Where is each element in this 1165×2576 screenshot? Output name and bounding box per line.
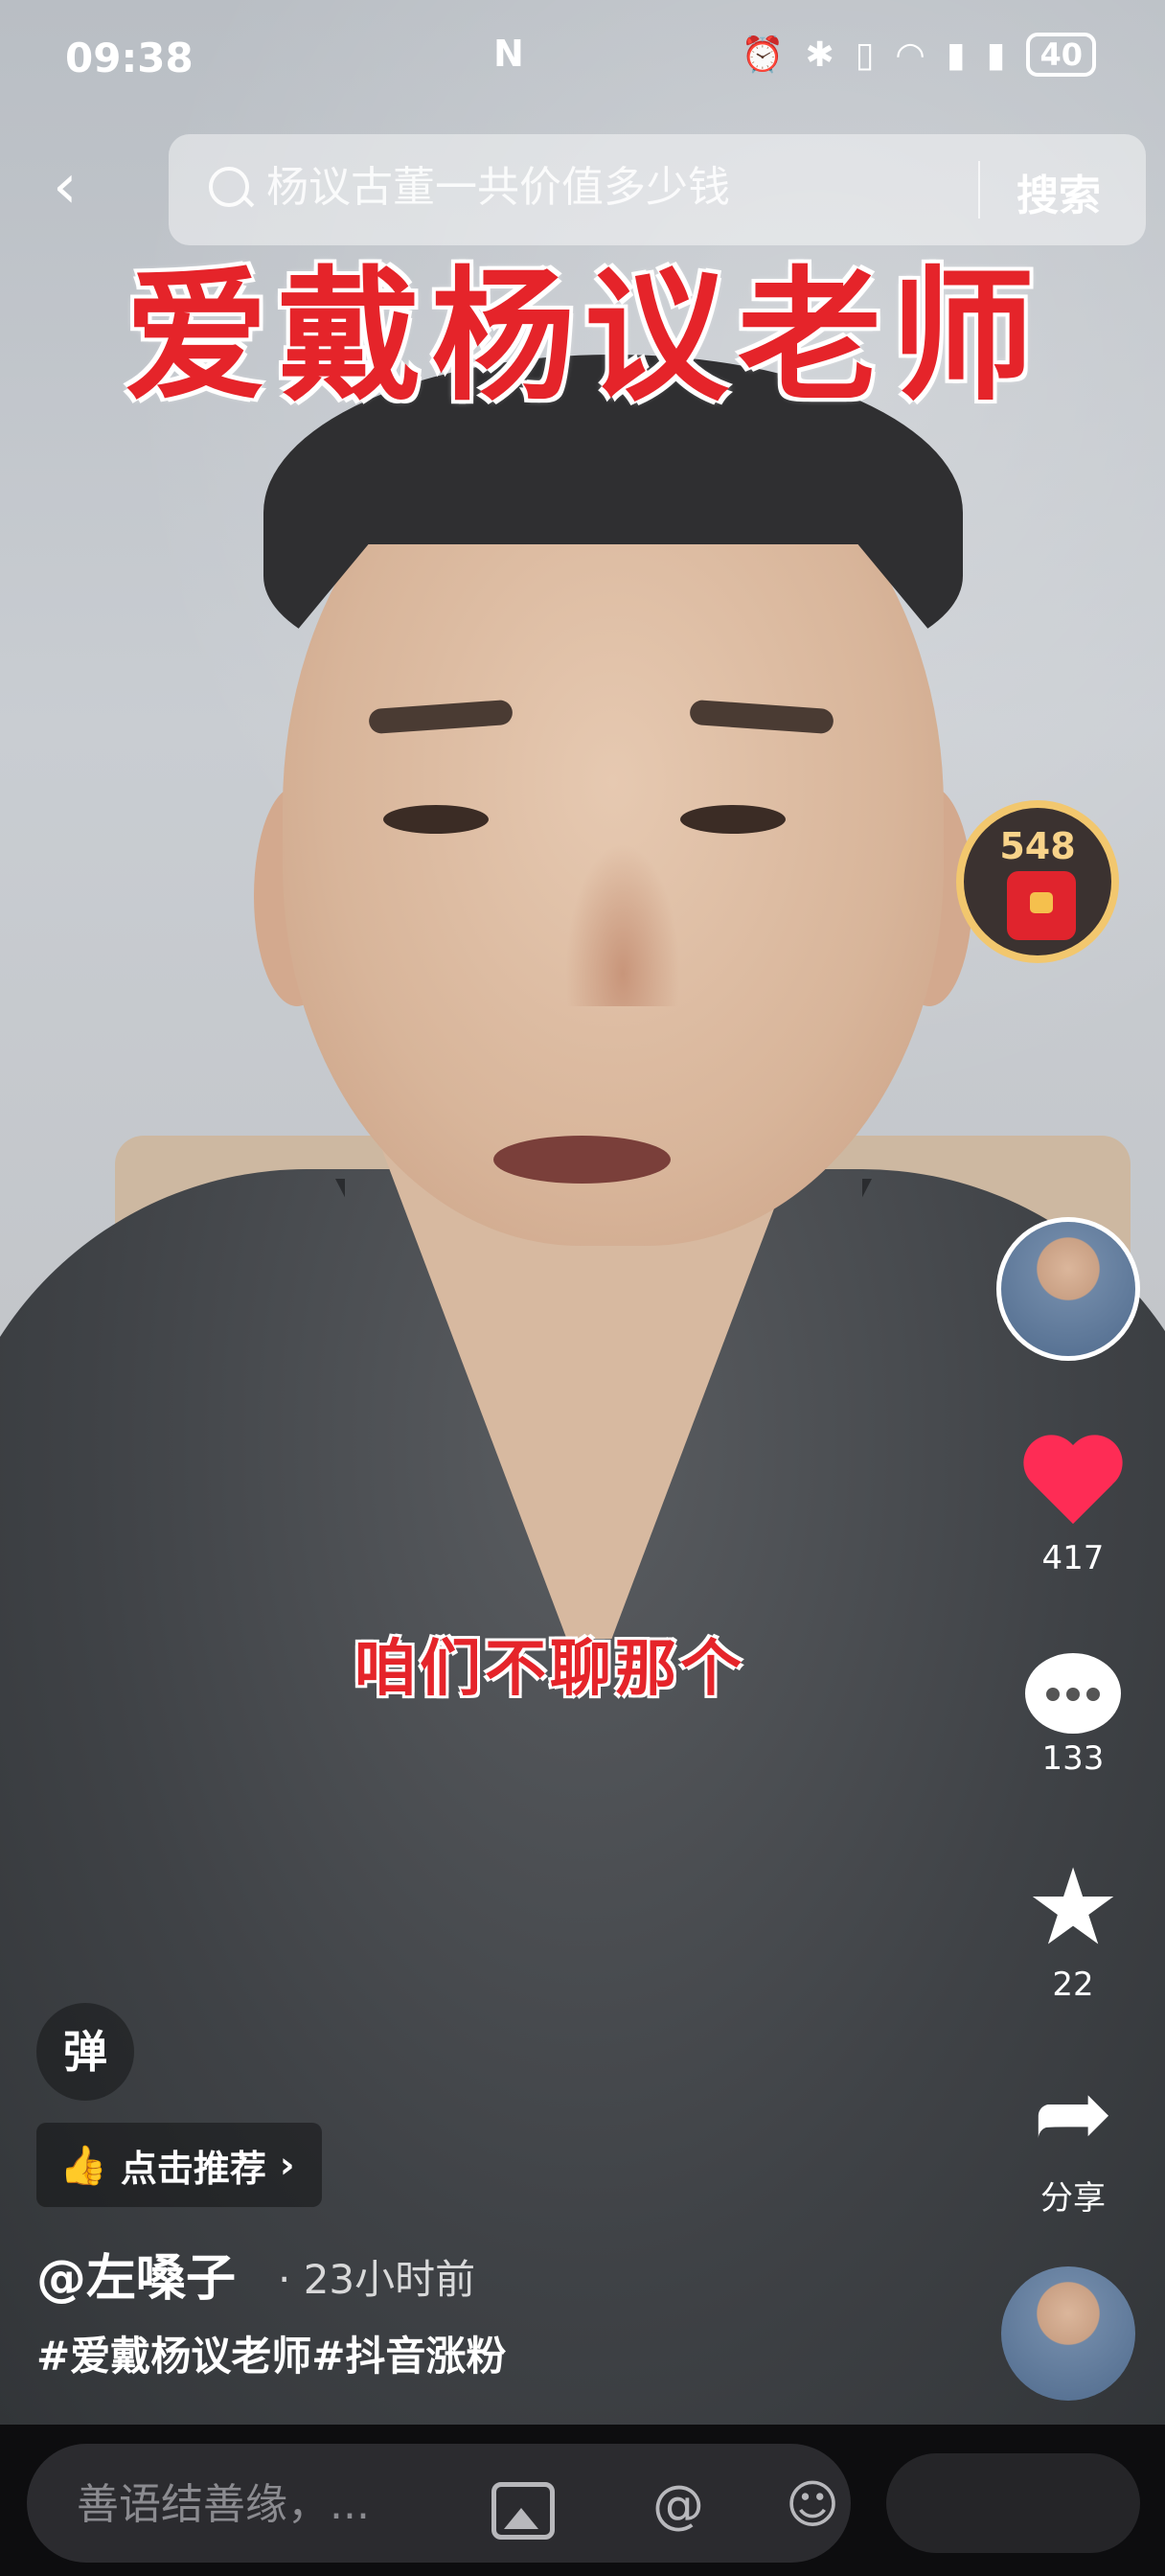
video-caption: 咱们不聊那个 [354, 1634, 745, 1705]
bottom-comment-bar: @ ☺ [0, 2425, 1165, 2576]
signal-icon: ▮ [946, 34, 966, 75]
like-button[interactable]: 417 [1001, 1438, 1145, 1577]
image-icon[interactable] [491, 2482, 555, 2540]
signal-icon: ▮ [986, 34, 1006, 75]
video-person-eye [680, 805, 786, 834]
author-name[interactable]: @左嗓子 [36, 2238, 236, 2310]
search-divider [978, 161, 980, 218]
post-time: · 23小时前 [278, 2256, 476, 2303]
star-icon: ★ [1025, 1846, 1121, 1968]
comment-button[interactable]: 133 [1001, 1653, 1145, 1778]
music-disc-avatar[interactable] [1001, 2266, 1135, 2401]
status-icons: ⏰ ✱ ▯ ◠ ▮ ▮ 40 [742, 33, 1096, 77]
danmu-toggle-button[interactable]: 弹 [36, 2003, 134, 2101]
thumbs-up-icon: 👍 [59, 2143, 107, 2188]
at-mention-icon[interactable]: @ [650, 2476, 707, 2534]
wifi-icon: ◠ [895, 34, 925, 75]
back-button[interactable]: ‹ [53, 153, 120, 220]
like-count: 417 [1041, 1539, 1105, 1577]
alarm-icon: ⏰ [741, 35, 785, 75]
send-button[interactable] [886, 2453, 1140, 2553]
video-person-mouth [493, 1136, 671, 1184]
status-bar: 09:38 N ⏰ ✱ ▯ ◠ ▮ ▮ 40 [0, 0, 1165, 115]
comment-icon [1025, 1653, 1121, 1734]
comment-input[interactable] [75, 2472, 481, 2536]
video-title-overlay: 爱戴杨议老师 [124, 254, 1044, 421]
author-avatar[interactable] [996, 1217, 1140, 1361]
battery-indicator: 40 [1026, 33, 1096, 77]
search-button[interactable]: 搜索 [1017, 161, 1101, 222]
search-icon [209, 167, 249, 207]
favorite-button[interactable]: ★ 22 [1001, 1854, 1145, 2004]
share-arrow-icon: ➦ [1033, 2057, 1113, 2169]
red-packet-count: 548 [999, 825, 1076, 867]
share-button[interactable]: ➦ 分享 [1001, 2060, 1145, 2219]
red-envelope-icon [1007, 871, 1076, 940]
share-label: 分享 [1040, 2179, 1106, 2218]
vibrate-icon: ▯ [855, 34, 875, 75]
video-person-eye [383, 805, 489, 834]
favorite-count: 22 [1052, 1966, 1094, 2004]
recommend-button[interactable]: 👍 点击推荐 › [36, 2123, 322, 2207]
video-person-nose [565, 843, 680, 1006]
bluetooth-icon: ✱ [805, 34, 834, 75]
nfc-icon: N [493, 33, 524, 75]
emoji-icon[interactable]: ☺ [784, 2476, 841, 2534]
comment-count: 133 [1041, 1739, 1105, 1778]
heart-icon [1020, 1438, 1126, 1533]
comment-input-box[interactable]: @ ☺ [27, 2444, 851, 2563]
chevron-right-icon: › [279, 2144, 295, 2186]
search-input[interactable] [264, 157, 1016, 217]
status-time: 09:38 [65, 34, 194, 81]
red-packet-widget[interactable]: 548 [956, 800, 1119, 963]
recommend-label: 点击推荐 [120, 2147, 266, 2190]
hashtags[interactable]: #爱戴杨议老师#抖音涨粉 [36, 2324, 506, 2382]
